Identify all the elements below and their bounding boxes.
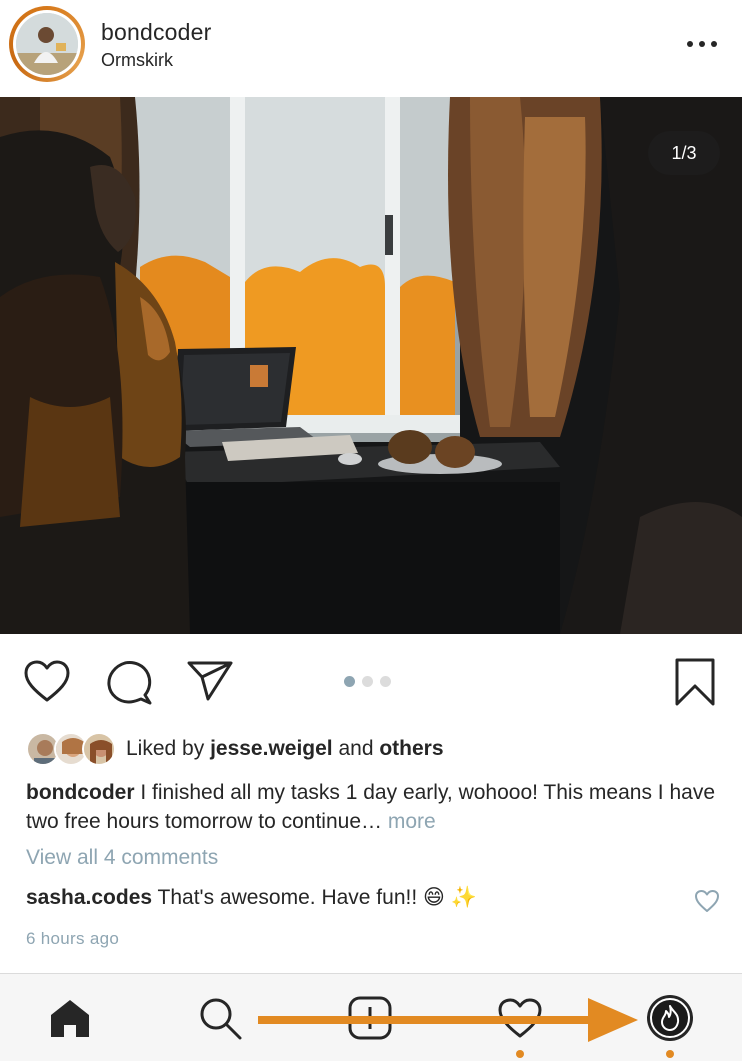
comment-icon[interactable] [105, 659, 153, 710]
author-username[interactable]: bondcoder [101, 19, 212, 46]
liked-by-user[interactable]: jesse.weigel [210, 737, 333, 760]
comment-text: That's awesome. Have fun!! 😄 ✨ [152, 886, 477, 909]
nav-home[interactable] [30, 974, 110, 1061]
carousel-dot [344, 676, 355, 687]
author-avatar[interactable] [9, 6, 85, 82]
search-icon [200, 998, 242, 1040]
profile-indicator-dot [666, 1050, 674, 1058]
avatar [82, 732, 116, 766]
add-icon [348, 996, 392, 1040]
bookmark-icon[interactable] [673, 658, 717, 711]
home-icon [51, 1000, 89, 1037]
profile-icon [647, 995, 693, 1041]
heart-icon [498, 998, 542, 1038]
comment-like-heart-icon[interactable] [694, 889, 720, 918]
post-image[interactable]: 1/3 [0, 97, 742, 634]
likes-text: Liked by jesse.weigel and others [126, 737, 444, 761]
carousel-indicator [344, 676, 391, 687]
carousel-dot [362, 676, 373, 687]
likes-others[interactable]: others [379, 737, 443, 760]
nav-activity[interactable] [480, 974, 560, 1061]
comment-item: sasha.codes That's awesome. Have fun!! 😄… [26, 885, 477, 910]
nav-search[interactable] [180, 974, 260, 1061]
post-caption: bondcoder I finished all my tasks 1 day … [26, 778, 716, 836]
share-icon[interactable] [186, 660, 234, 707]
notification-dot [516, 1050, 524, 1058]
bottom-navigation [0, 973, 742, 1061]
image-counter: 1/3 [648, 131, 720, 175]
nav-profile[interactable] [630, 974, 710, 1061]
liker-avatars [26, 732, 118, 766]
post-header: bondcoder Ormskirk [0, 0, 742, 97]
nav-add[interactable] [330, 974, 410, 1061]
carousel-dot [380, 676, 391, 687]
comment-author[interactable]: sasha.codes [26, 886, 152, 909]
post-timestamp: 6 hours ago [26, 929, 120, 948]
heart-icon[interactable] [24, 660, 70, 709]
likes-prefix: Liked by [126, 737, 211, 760]
more-options-icon[interactable] [684, 34, 720, 54]
likes-joiner: and [332, 737, 380, 760]
likes-summary[interactable]: Liked by jesse.weigel and others [26, 732, 444, 766]
view-all-comments-link[interactable]: View all 4 comments [26, 846, 218, 870]
caption-author[interactable]: bondcoder [26, 781, 135, 804]
caption-more-link[interactable]: more [388, 810, 436, 833]
post-location[interactable]: Ormskirk [101, 50, 212, 71]
